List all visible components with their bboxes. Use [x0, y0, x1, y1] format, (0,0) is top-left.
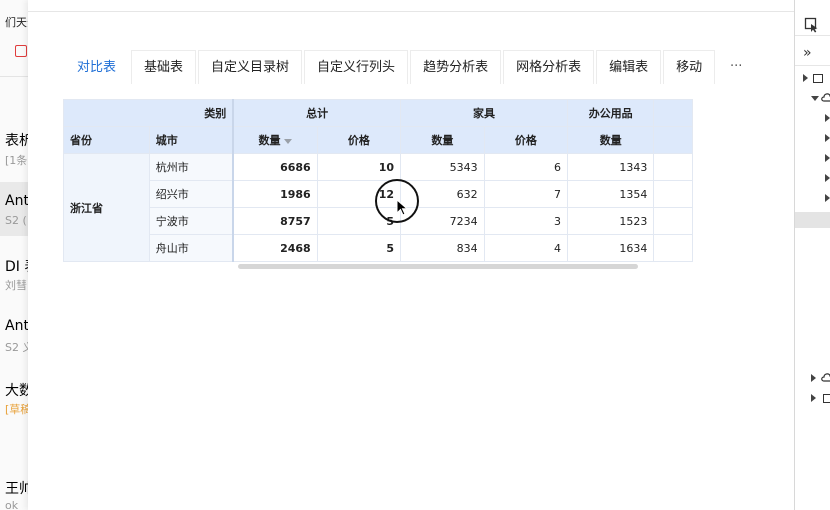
data-cell[interactable]: 3: [483, 207, 569, 235]
devtools-expand-icon[interactable]: »: [795, 40, 830, 66]
modal-top-bar: [28, 0, 794, 12]
tab-custom-header[interactable]: 自定义行列头: [304, 50, 409, 84]
tabs-more-icon[interactable]: ···: [730, 50, 742, 84]
bg-title[interactable]: 大数: [5, 380, 28, 400]
bg-subtitle: 刘彗: [5, 279, 27, 292]
bg-title[interactable]: 表析: [5, 130, 28, 150]
measure-header-office-qty[interactable]: 数量: [566, 126, 655, 154]
bg-title[interactable]: 王帅: [5, 478, 28, 498]
tab-editable[interactable]: 编辑表: [596, 50, 662, 84]
tree-collapse-icon[interactable]: [811, 96, 819, 101]
bg-subtitle: S2 (: [5, 214, 27, 227]
divider: [0, 76, 28, 77]
col-group-furniture[interactable]: 家具: [400, 99, 568, 127]
data-cell-overflow: [653, 180, 693, 208]
bg-draft-tag: [草稿: [5, 403, 28, 416]
node-box-icon: [823, 394, 830, 403]
tree-expand-icon[interactable]: [825, 154, 830, 162]
inspect-element-icon[interactable]: [804, 17, 820, 33]
devtools-selected-node: [795, 212, 830, 228]
city-cell[interactable]: 杭州市: [148, 153, 235, 181]
bg-title[interactable]: DI 表: [5, 256, 28, 276]
col-group-overflow: [653, 99, 693, 127]
data-cell[interactable]: 5: [316, 234, 402, 262]
data-cell[interactable]: 10: [316, 153, 402, 181]
data-cell[interactable]: 2468: [232, 234, 318, 262]
data-cell[interactable]: 5343: [400, 153, 485, 181]
col-group-total[interactable]: 总计: [232, 99, 402, 127]
calendar-icon: [15, 45, 27, 57]
row-header-zhejiang[interactable]: 浙江省: [63, 153, 150, 262]
data-cell[interactable]: 834: [400, 234, 485, 262]
data-cell-overflow: [653, 207, 693, 235]
col-group-office[interactable]: 办公用品: [566, 99, 655, 127]
data-cell[interactable]: 6686: [232, 153, 318, 181]
corner-header: 类别: [63, 99, 235, 127]
row-header-city[interactable]: 城市: [148, 126, 235, 154]
cloud-icon: [821, 373, 830, 382]
tree-expand-icon[interactable]: [803, 74, 808, 82]
mouse-cursor-icon: [396, 199, 409, 216]
bg-subtitle: ok: [5, 499, 19, 510]
bg-title[interactable]: Ant: [5, 193, 28, 209]
data-cell-overflow: [653, 234, 693, 262]
city-cell[interactable]: 宁波市: [148, 207, 235, 235]
bg-title[interactable]: Ant: [5, 318, 28, 334]
city-cell[interactable]: 舟山市: [148, 234, 235, 262]
background-selected-item: [0, 182, 28, 236]
tab-compare[interactable]: 对比表: [64, 50, 130, 84]
bg-subtitle: S2 义: [5, 341, 28, 354]
measure-header-total-price[interactable]: 价格: [316, 126, 402, 154]
measure-header-total-qty[interactable]: 数量: [232, 126, 318, 154]
data-cell[interactable]: 6: [483, 153, 569, 181]
devtools-panel: »: [794, 0, 830, 510]
tab-mobile[interactable]: 移动: [663, 50, 716, 84]
city-cell[interactable]: 绍兴市: [148, 180, 235, 208]
tree-expand-icon[interactable]: [825, 174, 830, 182]
tab-grid[interactable]: 网格分析表: [503, 50, 595, 84]
tab-trend[interactable]: 趋势分析表: [410, 50, 502, 84]
cloud-icon: [821, 93, 830, 102]
measure-header-overflow: [653, 126, 693, 154]
preview-modal: 对比表 基础表 自定义目录树 自定义行列头 趋势分析表 网格分析表 编辑表 移动…: [28, 0, 794, 510]
data-cell-overflow: [653, 153, 693, 181]
horizontal-scrollbar[interactable]: [238, 264, 638, 269]
data-cell[interactable]: 1354: [566, 180, 655, 208]
data-cell[interactable]: 1634: [566, 234, 655, 262]
tree-expand-icon[interactable]: [825, 134, 830, 142]
data-cell[interactable]: 1343: [566, 153, 655, 181]
devtools-toolbar: [795, 0, 830, 36]
background-list-panel: 们天分 表析 [1条 Ant S2 ( DI 表 刘彗 Ant S2 义 大数 …: [0, 0, 28, 510]
measure-header-furniture-price[interactable]: 价格: [483, 126, 569, 154]
data-cell[interactable]: 8757: [232, 207, 318, 235]
tab-basic[interactable]: 基础表: [131, 50, 197, 84]
row-header-province[interactable]: 省份: [63, 126, 150, 154]
measure-label: 数量: [258, 134, 281, 147]
node-box-icon: [813, 74, 823, 83]
data-cell[interactable]: 1523: [566, 207, 655, 235]
tab-custom-tree[interactable]: 自定义目录树: [198, 50, 303, 84]
pivot-table: 类别 总计 家具 办公用品 省份 城市 数量 价格 数量 价格 数量 浙江省 杭…: [63, 99, 693, 269]
data-cell[interactable]: 4: [483, 234, 569, 262]
data-cell[interactable]: 1986: [232, 180, 318, 208]
measure-header-furniture-qty[interactable]: 数量: [400, 126, 485, 154]
sort-desc-icon[interactable]: [284, 138, 293, 144]
data-cell[interactable]: 7: [483, 180, 569, 208]
tree-expand-icon[interactable]: [825, 114, 830, 122]
bg-subtitle: [1条: [5, 154, 28, 167]
bg-text: 们天分: [5, 16, 28, 29]
example-tabs: 对比表 基础表 自定义目录树 自定义行列头 趋势分析表 网格分析表 编辑表 移动: [64, 50, 717, 84]
tree-expand-icon[interactable]: [825, 194, 830, 202]
tree-expand-icon[interactable]: [811, 374, 816, 382]
tree-expand-icon[interactable]: [811, 394, 816, 402]
